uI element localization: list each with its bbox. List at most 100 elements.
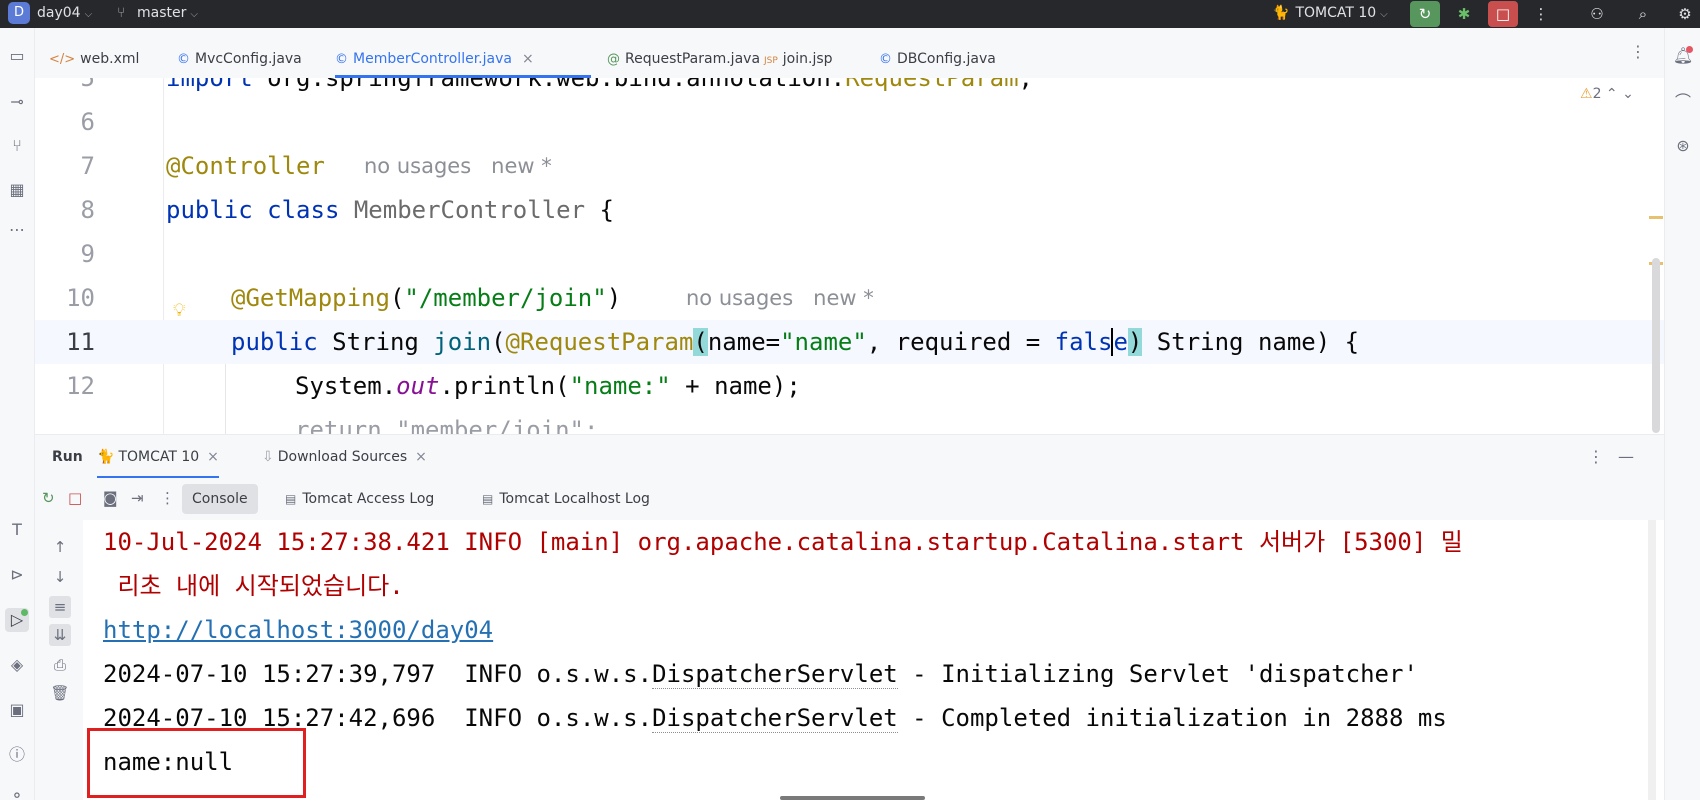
more-icon[interactable]: ⋮ (160, 489, 175, 507)
version-control-icon[interactable]: ⚬ (5, 784, 29, 808)
branch-selector[interactable]: ⑂ master ⌵ (117, 5, 198, 21)
restore-layout-icon[interactable]: ⇥ (131, 489, 144, 507)
project-badge[interactable]: D (8, 2, 30, 24)
rerun-icon[interactable]: ↻ (42, 489, 55, 507)
editor-scrollbar[interactable] (1652, 258, 1660, 433)
commit-icon[interactable]: ⊸ (5, 90, 29, 114)
minimize-icon[interactable]: — (1618, 447, 1648, 466)
tab-tomcat-localhost-log[interactable]: ▤ Tomcat Localhost Log (472, 484, 660, 514)
line-number: 12 (66, 372, 95, 400)
run-configuration-selector[interactable]: 🐈 TOMCAT 10 ⌵ (1272, 5, 1388, 21)
tomcat-icon: 🐈 (1272, 5, 1290, 21)
tab-console[interactable]: Console (182, 484, 258, 514)
class-link[interactable]: DispatcherServlet (652, 660, 898, 689)
code-text: import org.springframework.web.bind.anno… (166, 78, 1033, 92)
class-link[interactable]: DispatcherServlet (652, 704, 898, 733)
tab-membercontroller[interactable]: © MemberController.java × (335, 28, 591, 78)
right-tool-strip: 🔔︎ ⌒ ⊛ (1664, 28, 1700, 800)
notifications-bell-icon[interactable]: 🔔︎ (1671, 44, 1695, 68)
annotation-highlight-box (87, 728, 306, 798)
terminal-icon[interactable]: ▣ (5, 698, 29, 722)
more-options-icon[interactable]: ⋮ (1588, 447, 1618, 466)
add-user-icon[interactable]: ⚇ (1582, 1, 1612, 27)
trash-icon[interactable]: 🗑︎ (49, 682, 71, 704)
code-text: public class MemberController { (166, 196, 614, 224)
tomcat-icon: 🐈 (97, 449, 115, 465)
download-icon: ⇩ (262, 449, 274, 465)
left-tool-strip: ▭ ⊸ ⑂ ▦ ⋯ T ⊳ ▷ ◈ ▣ ⓘ ⚬ (0, 28, 35, 805)
code-text: public String join(@RequestParam(name="n… (231, 328, 1360, 356)
tab-requestparam[interactable]: @ RequestParam.java (607, 28, 760, 78)
code-line: 10 @GetMapping("/member/join") no usages… (35, 276, 1664, 320)
tab-web-xml[interactable]: </> web.xml (49, 28, 139, 78)
structure-icon[interactable]: ▦ (5, 178, 29, 202)
project-selector[interactable]: day04 ⌵ (37, 5, 92, 21)
soft-wrap-icon[interactable]: ≡ (49, 596, 71, 618)
code-line: 12 System.out.println("name:" + name); (35, 364, 1664, 408)
search-icon[interactable]: ⌕ (1628, 1, 1658, 27)
scroll-up-icon[interactable]: ↑ (49, 536, 71, 558)
code-text: return "member/join"; (295, 416, 599, 434)
close-tab-icon[interactable]: × (522, 51, 534, 67)
stop-button[interactable]: □ (1488, 1, 1518, 27)
tab-dbconfig[interactable]: © DBConfig.java (879, 28, 996, 78)
project-name: day04 (37, 5, 81, 21)
notification-dot (1686, 46, 1693, 53)
git-branch-icon: ⑂ (117, 5, 126, 21)
close-tab-icon[interactable]: × (415, 449, 427, 465)
chevron-down-icon: ⌵ (1380, 9, 1388, 20)
line-number: 11 (66, 328, 95, 356)
print-icon[interactable]: ⎙ (49, 654, 71, 676)
scroll-to-end-icon[interactable]: ⇊ (49, 624, 71, 646)
run-toolbar: ↻ □ ◙ ⇥ ⋮ Console ▤ Tomcat Access Log ▤ To… (35, 478, 1664, 520)
pull-requests-icon[interactable]: ⑂ (5, 134, 29, 158)
run-panel-header: Run 🐈 TOMCAT 10 × ⇩ Download Sources × ⋮— (35, 434, 1664, 479)
chevron-down-icon: ⌵ (190, 9, 198, 20)
line-number: 10 (66, 284, 95, 312)
services-icon[interactable]: ⊳ (5, 563, 29, 587)
code-text: System.out.println("name:" + name); (295, 372, 801, 400)
python-console-icon[interactable]: ⊛ (1671, 134, 1695, 158)
code-editor[interactable]: ⚠2 ⌃ ⌄ 💡︎ 5 import org.springframework.w… (35, 78, 1664, 434)
tab-join-jsp[interactable]: JSP join.jsp (764, 28, 833, 78)
horizontal-scrollbar[interactable] (780, 796, 925, 800)
layers-icon[interactable]: ◈ (5, 653, 29, 677)
inlay-hint[interactable]: no usages new * (686, 276, 874, 320)
line-number: 5 (80, 78, 95, 92)
line-number: 7 (80, 152, 95, 180)
localhost-link[interactable]: http://localhost:3000/day04 (103, 616, 493, 644)
more-tools-icon[interactable]: ⋯ (5, 218, 29, 242)
code-line: 5 import org.springframework.web.bind.an… (35, 78, 1664, 100)
gradle-icon[interactable]: ⌒ (1671, 90, 1695, 114)
console-line: 10-Jul-2024 15:27:38.421 INFO [main] org… (103, 528, 1463, 556)
tab-download-sources[interactable]: ⇩ Download Sources × (262, 435, 427, 479)
line-number: 9 (80, 240, 95, 268)
build-hammer-icon[interactable]: T (5, 518, 29, 542)
code-text: @GetMapping("/member/join") (231, 284, 622, 312)
console-scrollbar[interactable] (1648, 520, 1656, 800)
project-folder-icon[interactable]: ▭ (5, 44, 29, 68)
tab-mvcconfig[interactable]: © MvcConfig.java (177, 28, 302, 78)
settings-gear-icon[interactable]: ⚙ (1670, 1, 1700, 27)
log-file-icon: ▤ (285, 492, 297, 506)
problems-icon[interactable]: ⓘ (5, 743, 29, 767)
panel-options[interactable]: ⋮— (1588, 447, 1648, 466)
tabs-more-icon[interactable]: ⋮ (1630, 42, 1646, 61)
more-actions-icon[interactable]: ⋮ (1526, 1, 1556, 27)
debug-icon[interactable]: ✱ (1449, 1, 1479, 27)
console-output[interactable]: 10-Jul-2024 15:27:38.421 INFO [main] org… (83, 520, 1664, 800)
code-line-partial: return "member/join"; (35, 408, 1664, 434)
tab-tomcat-access-log[interactable]: ▤ Tomcat Access Log (275, 484, 444, 514)
inlay-hint[interactable]: no usages new * (364, 144, 552, 188)
chevron-down-icon: ⌵ (84, 9, 93, 20)
running-indicator (21, 609, 28, 616)
code-line: 6 (35, 100, 1664, 144)
stop-icon[interactable]: □ (68, 489, 82, 507)
rerun-button[interactable]: ↻ (1410, 1, 1440, 27)
tab-tomcat-10[interactable]: 🐈 TOMCAT 10 × (97, 435, 219, 479)
scroll-down-icon[interactable]: ↓ (49, 566, 71, 588)
screenshot-icon[interactable]: ◙ (103, 489, 118, 507)
run-tool-icon[interactable]: ▷ (5, 608, 29, 632)
close-tab-icon[interactable]: × (207, 449, 219, 465)
code-line: 9 (35, 232, 1664, 276)
